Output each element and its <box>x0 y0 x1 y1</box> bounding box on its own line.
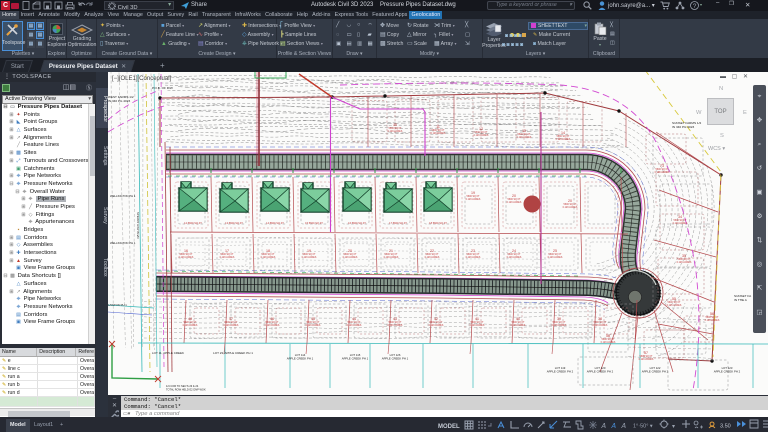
svg-text:0.129 ACRES: 0.129 ACRES <box>431 132 446 135</box>
svg-text:0.129 ACRES: 0.129 ACRES <box>466 256 481 259</box>
svg-text:18 5600 SQ FT: 18 5600 SQ FT <box>429 221 447 225</box>
svg-text:0.129 ACRES: 0.129 ACRES <box>306 324 321 327</box>
svg-text:IN 340 PG 4023: IN 340 PG 4023 <box>672 125 694 129</box>
svg-text:15 5600 SQ FT: 15 5600 SQ FT <box>305 221 323 225</box>
svg-text:0.129 ACRES: 0.129 ACRES <box>667 304 682 307</box>
svg-text:LAWTON PH 1: LAWTON PH 1 <box>108 303 127 307</box>
svg-text:0.129 ACRES: 0.129 ACRES <box>388 324 403 327</box>
svg-text:0.129 ACRES: 0.129 ACRES <box>705 319 720 322</box>
svg-text:0.129 ACRES: 0.129 ACRES <box>179 256 194 259</box>
svg-text:0.129 ACRES: 0.129 ACRES <box>639 358 654 361</box>
svg-text:APPLE CREEK PH 2: APPLE CREEK PH 2 <box>587 369 614 373</box>
svg-text:TOTAL ROW HELD E2 DNP WOK: TOTAL ROW HELD E2 DNP WOK <box>166 387 206 391</box>
svg-text:0.129 ACRES: 0.129 ACRES <box>655 171 670 174</box>
svg-text:IN 340 PG 4023: IN 340 PG 4023 <box>108 99 130 103</box>
svg-text:0.129 ACRES: 0.129 ACRES <box>183 324 198 327</box>
svg-text:0.129 ACRES: 0.129 ACRES <box>556 138 571 141</box>
svg-text:0.129 ACRES: 0.129 ACRES <box>511 324 526 327</box>
svg-text:0.129 ACRES: 0.129 ACRES <box>601 341 616 344</box>
svg-text:SPERRY HWY BLVD: SPERRY HWY BLVD <box>136 212 140 239</box>
svg-text:▾: ▾ <box>672 424 675 430</box>
svg-text:WELLINGTON PH 1: WELLINGTON PH 1 <box>110 194 136 198</box>
svg-text:?: ? <box>693 3 697 10</box>
svg-text:0.129 ACRES: 0.129 ACRES <box>388 130 403 133</box>
svg-text:APPLE CREEK PH 1: APPLE CREEK PH 1 <box>287 356 314 360</box>
svg-text:17 5600 SQ FT: 17 5600 SQ FT <box>389 221 407 225</box>
svg-text:P.O.B. OF R/W: P.O.B. OF R/W <box>152 86 173 90</box>
svg-text:0.129 ACRES: 0.129 ACRES <box>302 256 317 259</box>
svg-text:0.129 ACRES: 0.129 ACRES <box>474 134 489 137</box>
svg-text:1/4 COR TO SEC'S 23 & 24: 1/4 COR TO SEC'S 23 & 24 <box>166 384 199 388</box>
svg-text:IN THE A: IN THE A <box>734 298 748 302</box>
svg-text:0.129 ACRES: 0.129 ACRES <box>425 256 440 259</box>
svg-text:[−][OLE1][Conceptual]: [−][OLE1][Conceptual] <box>112 76 172 82</box>
svg-text:0.129 ACRES: 0.129 ACRES <box>563 206 578 209</box>
svg-text:0.129 ACRES: 0.129 ACRES <box>224 324 239 327</box>
svg-text:0.129 ACRES: 0.129 ACRES <box>220 256 235 259</box>
svg-text:0.129 ACRES: 0.129 ACRES <box>265 324 280 327</box>
svg-text:0.129 ACRES: 0.129 ACRES <box>466 198 481 201</box>
svg-text:LOT 23, APPLE CREEK PH 1: LOT 23, APPLE CREEK PH 1 <box>213 351 253 355</box>
svg-text:𝐴: 𝐴 <box>611 422 616 430</box>
svg-text:12 5600 SQ FT: 12 5600 SQ FT <box>184 221 202 225</box>
svg-text:0.129 ACRES: 0.129 ACRES <box>347 324 362 327</box>
svg-text:13 5600 SQ FT: 13 5600 SQ FT <box>225 221 243 225</box>
svg-text:0.129 ACRES: 0.129 ACRES <box>507 201 522 204</box>
svg-text:16 5600 SQ FT: 16 5600 SQ FT <box>348 221 366 225</box>
svg-text:0.129 ACRES: 0.129 ACRES <box>552 324 567 327</box>
svg-text:APPLE CREEK PH 2: APPLE CREEK PH 2 <box>642 369 669 373</box>
svg-text:3.50: 3.50 <box>720 424 731 430</box>
svg-text:𝐴: 𝐴 <box>601 422 606 430</box>
svg-text:WELLINGTON PH 1: WELLINGTON PH 1 <box>110 241 136 245</box>
svg-text:APPLE CREEK PH 2: APPLE CREEK PH 2 <box>714 369 741 373</box>
svg-text:0.129 ACRES: 0.129 ACRES <box>429 324 444 327</box>
svg-text:LOT 11, APPLE CREEK: LOT 11, APPLE CREEK <box>152 351 184 355</box>
svg-text:0.129 ACRES: 0.129 ACRES <box>507 256 522 259</box>
svg-text:MODEL: MODEL <box>438 424 460 430</box>
svg-text:APPLE CREEK PH 1: APPLE CREEK PH 1 <box>382 356 409 360</box>
svg-text:0.129 ACRES: 0.129 ACRES <box>470 324 485 327</box>
svg-text:0.129 ACRES: 0.129 ACRES <box>517 136 532 139</box>
svg-text:0.129 ACRES: 0.129 ACRES <box>677 261 692 264</box>
svg-text:APPLE CREEK PH 2: APPLE CREEK PH 2 <box>547 369 574 373</box>
svg-text:0.129 ACRES: 0.129 ACRES <box>384 256 399 259</box>
svg-text:0.129 ACRES: 0.129 ACRES <box>343 256 358 259</box>
svg-text:0.129 ACRES: 0.129 ACRES <box>261 256 276 259</box>
svg-text:1°·50° ▾: 1°·50° ▾ <box>633 424 653 430</box>
svg-text:0.129 ACRES: 0.129 ACRES <box>673 222 688 225</box>
svg-text:14 5600 SQ FT: 14 5600 SQ FT <box>266 221 284 225</box>
svg-text:0.129 ACRES: 0.129 ACRES <box>548 256 563 259</box>
svg-text:0.129 ACRES: 0.129 ACRES <box>593 324 608 327</box>
svg-text:𝐴: 𝐴 <box>621 422 626 430</box>
svg-text:APPLE CREEK PH 1: APPLE CREEK PH 1 <box>342 356 369 360</box>
